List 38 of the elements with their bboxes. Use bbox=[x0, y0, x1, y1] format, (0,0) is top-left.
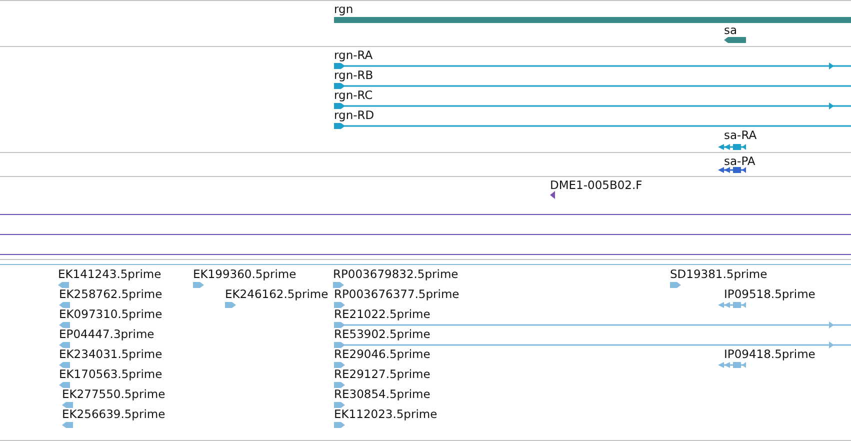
feature-label: RE53902.5prime bbox=[334, 327, 430, 341]
feature-label: EK112023.5prime bbox=[334, 407, 438, 421]
feature-label: EK141243.5prime bbox=[58, 267, 162, 281]
feature-label: EK097310.5prime bbox=[59, 307, 162, 321]
feature-label: RE29127.5prime bbox=[334, 367, 430, 381]
feature-label: sa bbox=[724, 23, 738, 37]
feature-label: RE30854.5prime bbox=[334, 387, 430, 401]
feature-label: RE21022.5prime bbox=[334, 307, 430, 321]
feature-label: RE29046.5prime bbox=[334, 347, 430, 361]
feature-label: sa-PA bbox=[724, 154, 756, 168]
transcript-glyph[interactable] bbox=[334, 62, 851, 70]
feature-label: EK199360.5prime bbox=[193, 267, 296, 281]
feature-label: sa-RA bbox=[724, 128, 757, 142]
feature-label: rgn-RC bbox=[334, 88, 373, 102]
transcript-glyph[interactable] bbox=[334, 102, 851, 110]
read-glyph[interactable] bbox=[550, 191, 555, 199]
feature-label: IP09418.5prime bbox=[724, 347, 816, 361]
feature-label: EK277550.5prime bbox=[62, 387, 166, 401]
feature-label: rgn bbox=[334, 2, 354, 16]
feature-label: rgn-RB bbox=[334, 68, 374, 82]
feature-label: RP003679832.5prime bbox=[333, 267, 458, 281]
feature-label: rgn-RA bbox=[334, 48, 373, 62]
feature-label: DME1-005B02.F bbox=[550, 178, 642, 192]
transcript-glyph[interactable] bbox=[334, 83, 851, 89]
gene-bar[interactable] bbox=[724, 37, 746, 43]
transcript-glyph[interactable] bbox=[334, 123, 851, 129]
transcript-glyph[interactable] bbox=[718, 144, 746, 150]
feature-label: EK246162.5prime bbox=[225, 287, 328, 301]
feature-label: SD19381.5prime bbox=[670, 267, 768, 281]
feature-label: IP09518.5prime bbox=[724, 287, 816, 301]
feature-label: EP04447.3prime bbox=[59, 327, 154, 341]
feature-label: RP003676377.5prime bbox=[334, 287, 460, 301]
feature-label: EK234031.5prime bbox=[59, 347, 162, 361]
transcript-glyph[interactable] bbox=[718, 167, 746, 173]
feature-label: EK170563.5prime bbox=[59, 367, 162, 381]
feature-label: rgn-RD bbox=[334, 108, 374, 122]
feature-label: EK258762.5prime bbox=[59, 287, 162, 301]
feature-label: EK256639.5prime bbox=[62, 407, 166, 421]
